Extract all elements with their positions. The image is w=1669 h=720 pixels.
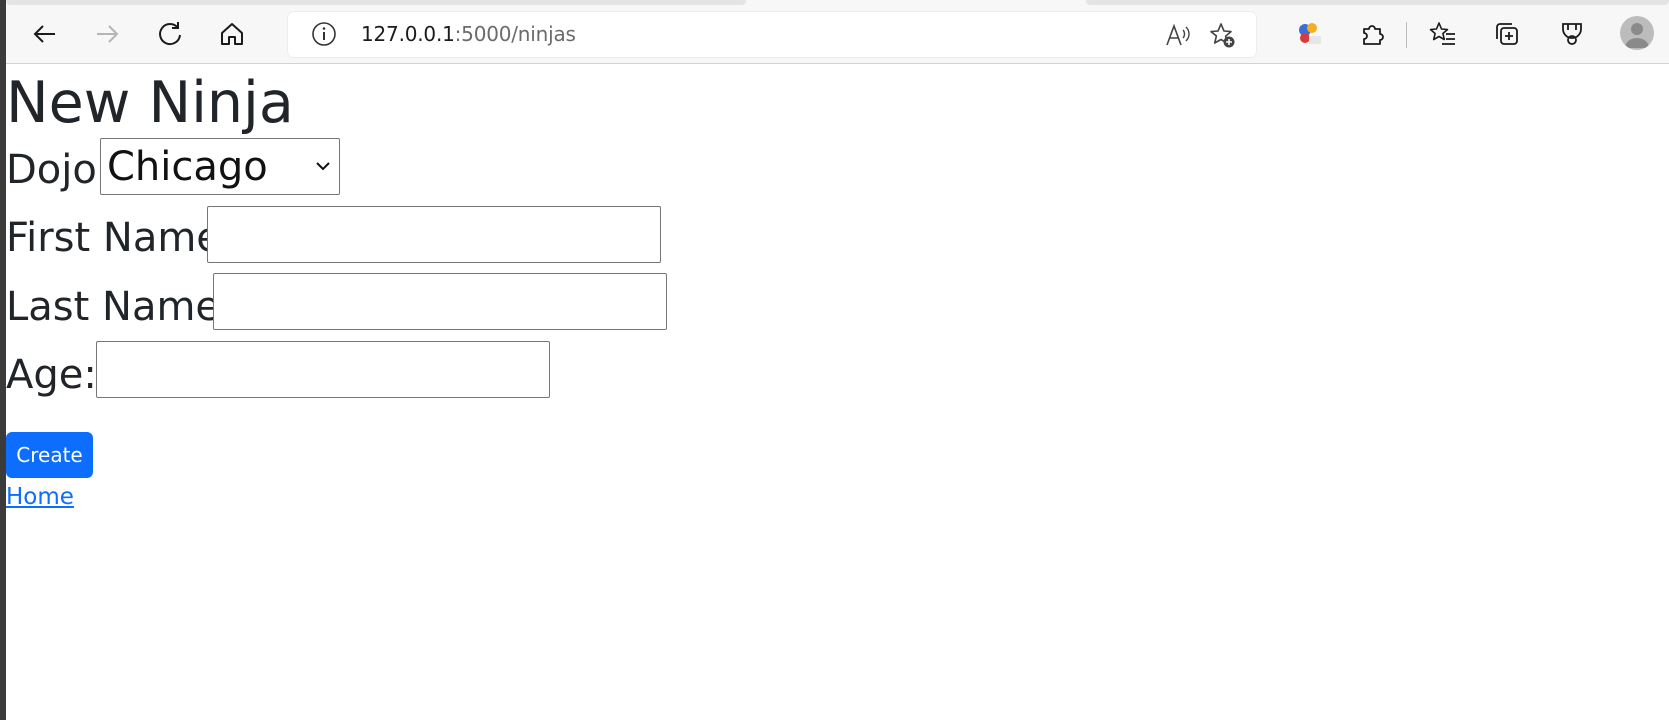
- dojo-select[interactable]: Chicago: [100, 138, 340, 195]
- address-bar[interactable]: 127.0.0.1:5000/ninjas: [288, 12, 1256, 57]
- favorites-button[interactable]: [1423, 14, 1463, 54]
- age-input[interactable]: [96, 341, 550, 398]
- performance-icon: [1562, 23, 1582, 45]
- browser-toolbar: 127.0.0.1:5000/ninjas: [6, 0, 1669, 64]
- url-host: 127.0.0.1: [361, 22, 455, 46]
- home-link[interactable]: Home: [6, 484, 74, 510]
- toolbar-separator: [1406, 22, 1407, 48]
- refresh-button[interactable]: [150, 14, 190, 54]
- extensions-button[interactable]: [1352, 14, 1392, 54]
- dojo-label: Dojo:: [6, 147, 111, 193]
- back-icon: [33, 25, 55, 43]
- last-name-label: Last Name:: [6, 284, 234, 330]
- collections-icon: [1496, 23, 1518, 45]
- first-name-input[interactable]: [207, 206, 661, 263]
- profile-avatar[interactable]: [1620, 16, 1654, 50]
- site-info-icon[interactable]: [310, 20, 338, 48]
- profile-icon: [1625, 23, 1649, 48]
- extensions-icon: [1363, 25, 1384, 45]
- age-label: Age:: [6, 352, 97, 398]
- dojo-selected-value: Chicago: [107, 143, 268, 190]
- forward-button[interactable]: [87, 14, 127, 54]
- home-button[interactable]: [212, 14, 252, 54]
- home-icon: [221, 23, 243, 45]
- favorites-icon: [1429, 22, 1455, 45]
- read-aloud-icon[interactable]: [1164, 21, 1192, 49]
- extension-app-button[interactable]: [1289, 14, 1329, 54]
- refresh-icon: [159, 22, 181, 46]
- url-path: :5000/ninjas: [454, 22, 576, 46]
- tab-strip-edge: [6, 0, 746, 5]
- create-button[interactable]: Create: [6, 432, 93, 478]
- url-text[interactable]: 127.0.0.1:5000/ninjas: [361, 22, 576, 46]
- last-name-input[interactable]: [213, 273, 667, 330]
- page-title: New Ninja: [6, 70, 294, 136]
- add-favorite-icon[interactable]: [1208, 21, 1236, 49]
- chevron-down-icon: [316, 162, 330, 171]
- performance-button[interactable]: [1552, 14, 1592, 54]
- extension-app-icon: [1299, 23, 1321, 44]
- first-name-label: First Name:: [6, 215, 235, 261]
- back-button[interactable]: [25, 14, 65, 54]
- collections-button[interactable]: [1487, 14, 1527, 54]
- tab-strip-edge: [1086, 0, 1669, 5]
- forward-icon: [97, 25, 119, 43]
